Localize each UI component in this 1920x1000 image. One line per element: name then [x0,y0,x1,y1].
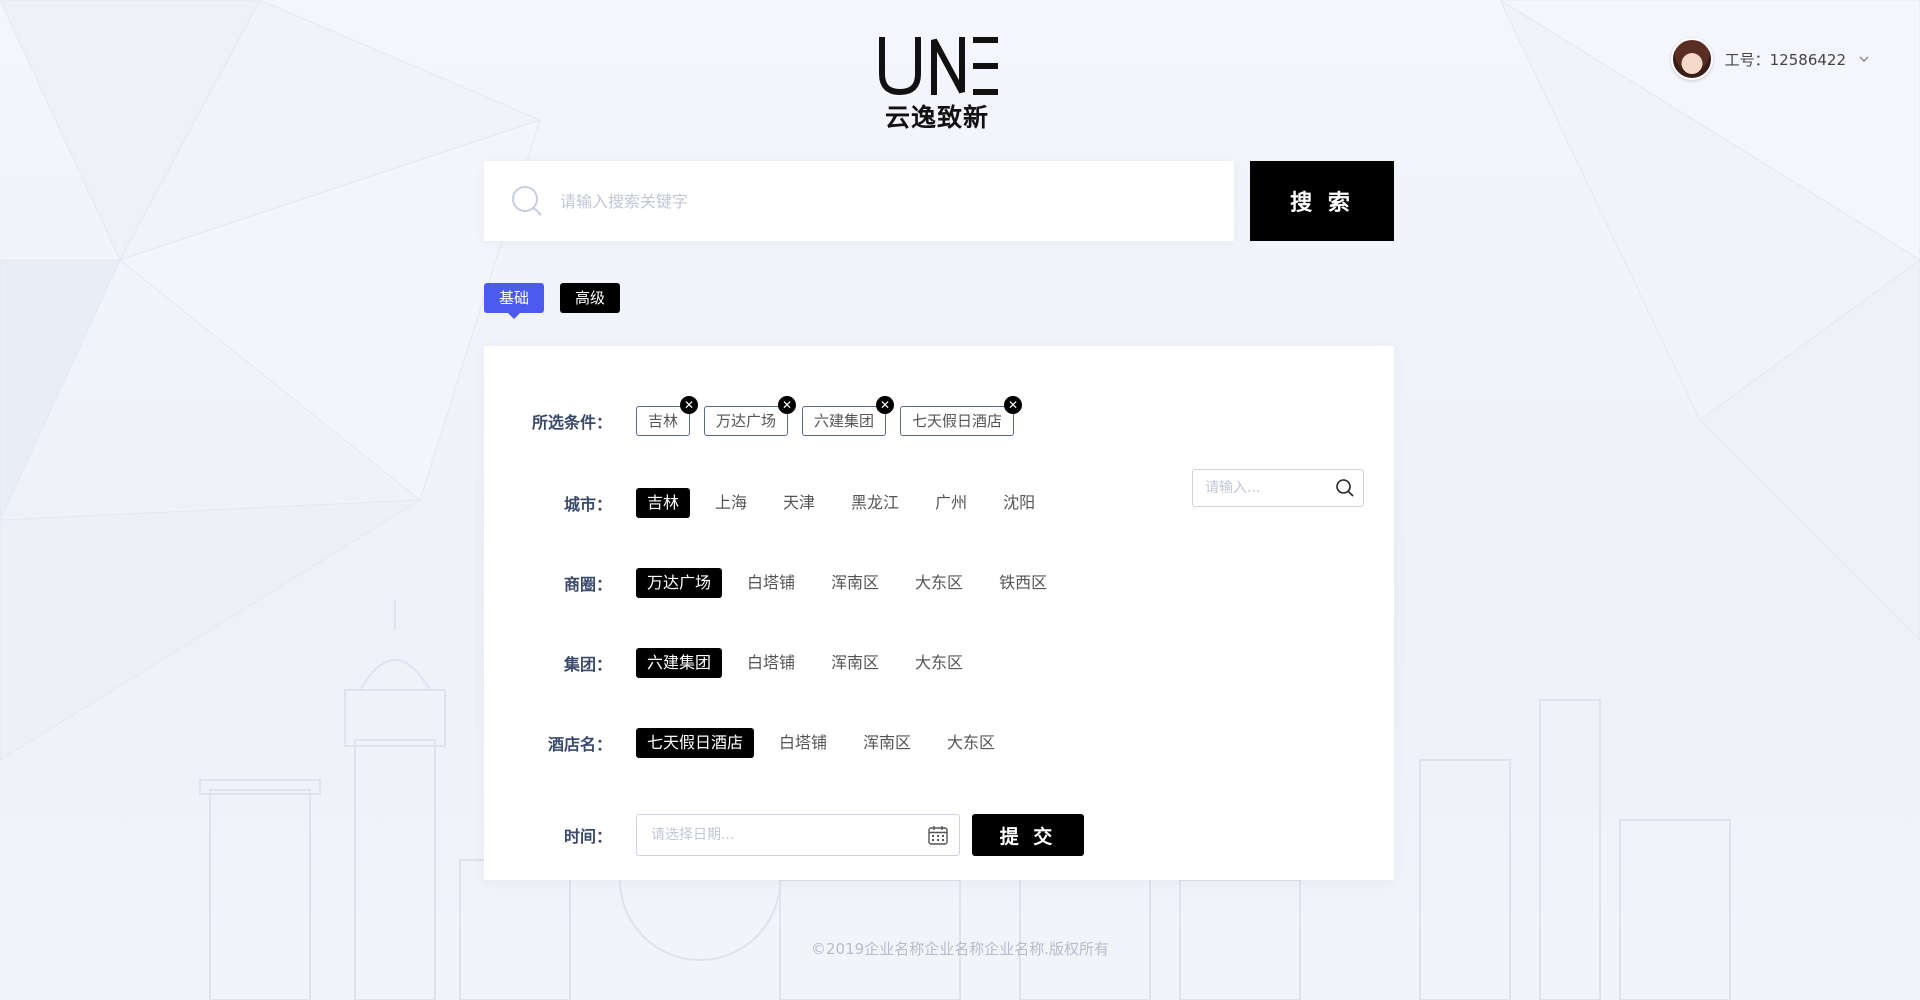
group-option[interactable]: 六建集团 [636,648,723,678]
city-option[interactable]: 广州 [924,488,978,518]
selected-tag: 吉林 ✕ [636,396,699,436]
hotel-option[interactable]: 七天假日酒店 [636,728,755,758]
footer-copyright: ©2019企业名称企业名称企业名称.版权所有 [811,940,1109,958]
time-filter-row: 时间： 提 交 [484,814,1394,856]
calendar-icon[interactable] [927,824,949,846]
tab-basic[interactable]: 基础 [484,283,545,319]
group-option[interactable]: 大东区 [904,648,974,678]
district-option[interactable]: 浑南区 [820,568,890,598]
selected-conditions-row: 所选条件： 吉林 ✕ 万达广场 ✕ 六建集团 ✕ 七天假日酒店 ✕ [484,396,1394,436]
selected-tag-label: 六建集团 [814,412,875,430]
selected-conditions-label: 所选条件： [531,413,612,432]
time-controls: 提 交 [636,814,1084,856]
selected-tag-label: 吉林 [648,412,679,430]
city-option[interactable]: 天津 [772,488,826,518]
search-input[interactable] [560,191,1180,211]
district-option[interactable]: 万达广场 [636,568,723,598]
district-option[interactable]: 大东区 [904,568,974,598]
district-option[interactable]: 白塔铺 [736,568,806,598]
submit-button[interactable]: 提 交 [972,814,1084,856]
district-options: 万达广场 白塔铺 浑南区 大东区 铁西区 [636,568,1072,598]
remove-tag-icon[interactable]: ✕ [876,396,895,414]
time-filter-label: 时间： [563,827,612,846]
city-option[interactable]: 上海 [704,488,758,518]
group-filter-label: 集团： [563,655,612,674]
group-option[interactable]: 浑南区 [820,648,890,678]
hotel-option[interactable]: 白塔铺 [768,728,838,758]
city-options: 吉林 上海 天津 黑龙江 广州 沈阳 [636,488,1060,518]
chevron-down-icon[interactable] [1858,53,1870,65]
date-picker[interactable] [636,814,960,856]
district-filter-row: 商圈： 万达广场 白塔铺 浑南区 大东区 铁西区 [484,568,1394,598]
group-filter-row: 集团： 六建集团 白塔铺 浑南区 大东区 [484,648,1394,678]
city-filter-row: 城市： 吉林 上海 天津 黑龙江 广州 沈阳 [484,469,1394,518]
group-options: 六建集团 白塔铺 浑南区 大东区 [636,648,988,678]
app-root: 云逸致新 工号：12586422 搜 索 基础 高级 所选条件： 吉林 ✕ [0,0,1920,1000]
search-icon [512,186,542,216]
selected-tag: 万达广场 ✕ [704,396,797,436]
search-button[interactable]: 搜 索 [1250,161,1394,241]
remove-tag-icon[interactable]: ✕ [680,396,699,414]
brand-logo-mark [879,37,998,96]
selected-tag-label: 万达广场 [716,412,777,430]
brand-logo[interactable]: 云逸致新 [872,36,1002,132]
hotel-option[interactable]: 浑南区 [852,728,922,758]
district-option[interactable]: 铁西区 [988,568,1058,598]
user-id-label: 工号：12586422 [1724,50,1846,69]
hotel-filter-row: 酒店名： 七天假日酒店 白塔铺 浑南区 大东区 [484,728,1394,758]
city-option[interactable]: 黑龙江 [840,488,910,518]
selected-tags: 吉林 ✕ 万达广场 ✕ 六建集团 ✕ 七天假日酒店 ✕ [636,396,1028,436]
remove-tag-icon[interactable]: ✕ [1004,396,1023,414]
selected-tag: 六建集团 ✕ [802,396,895,436]
city-search-input[interactable] [1205,480,1325,496]
group-option[interactable]: 白塔铺 [736,648,806,678]
avatar[interactable] [1670,38,1713,80]
date-input[interactable] [651,827,921,843]
selected-tag: 七天假日酒店 ✕ [900,396,1023,436]
filter-panel: 所选条件： 吉林 ✕ 万达广场 ✕ 六建集团 ✕ 七天假日酒店 ✕ 城市： 吉林… [484,346,1394,880]
city-filter-label: 城市： [563,495,612,514]
hotel-options: 七天假日酒店 白塔铺 浑南区 大东区 [636,728,1020,758]
user-menu[interactable]: 工号：12586422 [1670,38,1870,80]
mode-tabs: 基础 高级 [484,283,621,319]
search-icon[interactable] [1335,478,1355,498]
search-bar [484,161,1234,241]
hotel-option[interactable]: 大东区 [936,728,1006,758]
remove-tag-icon[interactable]: ✕ [778,396,797,414]
city-option[interactable]: 吉林 [636,488,691,518]
tab-advanced[interactable]: 高级 [560,283,621,313]
selected-tag-label: 七天假日酒店 [912,412,1003,430]
city-search [1192,469,1364,507]
hotel-filter-label: 酒店名： [547,735,612,754]
city-option[interactable]: 沈阳 [992,488,1046,518]
district-filter-label: 商圈： [563,575,612,594]
brand-name: 云逸致新 [884,103,989,132]
